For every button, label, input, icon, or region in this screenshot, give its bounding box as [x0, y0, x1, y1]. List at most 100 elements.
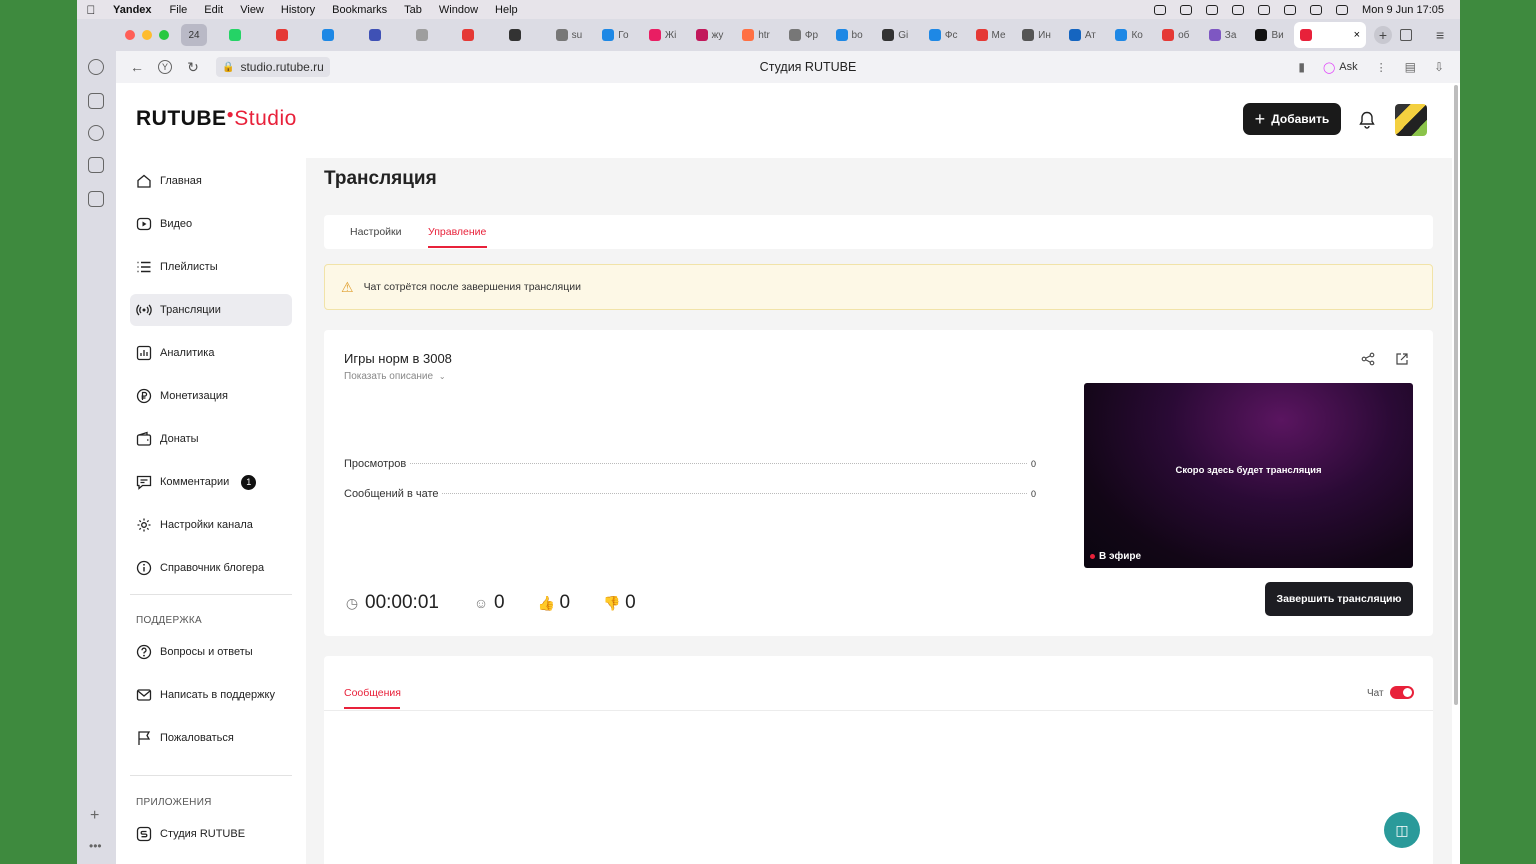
menu-edit[interactable]: Edit	[204, 4, 223, 16]
search-icon[interactable]	[1310, 4, 1323, 15]
tab-options-icon[interactable]	[1400, 29, 1412, 41]
menubar-app-name[interactable]: Yandex	[113, 4, 152, 16]
sidebar-item-video[interactable]: Видео	[130, 208, 292, 240]
status-icon[interactable]	[1154, 4, 1167, 15]
browser-tab[interactable]: htr	[738, 24, 781, 46]
menu-file[interactable]: File	[170, 4, 188, 16]
browser-tab[interactable]: Ме	[972, 24, 1015, 46]
more-icon[interactable]: •••	[89, 839, 102, 853]
tab-settings[interactable]: Настройки	[350, 226, 402, 238]
browser-tab[interactable]	[272, 24, 315, 46]
browser-tab[interactable]: Фс	[925, 24, 968, 46]
rutube-studio-logo[interactable]: RUTUBE●Studio	[136, 107, 297, 131]
menu-tab[interactable]: Tab	[404, 4, 422, 16]
tab-count-button[interactable]: 24	[181, 24, 207, 46]
browser-tab[interactable]: Го	[598, 24, 641, 46]
external-link-icon[interactable]	[1395, 352, 1409, 366]
status-icon[interactable]	[1180, 4, 1193, 15]
sidebar-item-analytics[interactable]: Аналитика	[130, 337, 292, 369]
close-tab-icon[interactable]: ×	[1354, 29, 1360, 41]
keyboard-layout-icon[interactable]	[1232, 4, 1245, 15]
minimize-window-button[interactable]	[142, 30, 152, 40]
page-scrollbar[interactable]	[1452, 83, 1460, 864]
end-stream-button[interactable]: Завершить трансляцию	[1265, 582, 1413, 616]
battery-icon[interactable]	[1258, 4, 1271, 15]
close-window-button[interactable]	[125, 30, 135, 40]
browser-tab[interactable]: Gi	[878, 24, 921, 46]
browser-tab[interactable]: За	[1205, 24, 1248, 46]
browser-tab[interactable]: жу	[692, 24, 735, 46]
sidebar-item-donations[interactable]: Донаты	[130, 423, 292, 455]
browser-tab[interactable]: об	[1158, 24, 1201, 46]
url-field[interactable]: 🔒 studio.rutube.ru	[216, 57, 330, 77]
sidebar-item-report[interactable]: Пожаловаться	[130, 722, 292, 754]
bell-icon[interactable]	[1359, 111, 1375, 129]
collections-icon[interactable]	[88, 93, 104, 109]
browser-tab[interactable]	[505, 24, 548, 46]
avatar[interactable]	[1395, 104, 1427, 136]
sidebar-item-contact-support[interactable]: Написать в поддержку	[130, 679, 292, 711]
apps-heading: ПРИЛОЖЕНИЯ	[136, 797, 212, 808]
bookmark-icon[interactable]: ▮	[1298, 60, 1305, 74]
sidebar-item-label: Написать в поддержку	[160, 689, 275, 701]
sidebar-item-faq[interactable]: Вопросы и ответы	[130, 636, 292, 668]
bluetooth-icon[interactable]	[1206, 4, 1219, 15]
download-icon[interactable]: ⇩	[1434, 60, 1444, 74]
browser-tab[interactable]	[318, 24, 361, 46]
browser-tab[interactable]	[412, 24, 455, 46]
apple-icon[interactable]: 	[77, 3, 105, 17]
menubar-datetime[interactable]: Mon 9 Jun 17:05	[1362, 4, 1444, 16]
stream-preview[interactable]: Скоро здесь будет трансляция В эфире	[1084, 383, 1413, 568]
new-tab-button[interactable]: +	[1374, 26, 1392, 44]
share-icon[interactable]	[1361, 352, 1375, 366]
sidebar-item-home[interactable]: Главная	[130, 165, 292, 197]
sidebar-item-blogger-guide[interactable]: Справочник блогера	[130, 552, 292, 584]
browser-tab[interactable]: bo	[832, 24, 875, 46]
tab-messages[interactable]: Сообщения	[344, 687, 401, 699]
control-center-icon[interactable]	[1336, 4, 1349, 15]
show-description-toggle[interactable]: Показать описание ⌄	[344, 371, 446, 382]
sidebar-item-broadcasts[interactable]: Трансляции	[130, 294, 292, 326]
add-panel-icon[interactable]: +	[90, 807, 99, 825]
history-icon[interactable]	[88, 59, 104, 75]
help-chat-button[interactable]: ◫	[1384, 812, 1420, 848]
sidebar-item-channel-settings[interactable]: Настройки канала	[130, 509, 292, 541]
browser-tab[interactable]: Ат	[1065, 24, 1108, 46]
add-button[interactable]: + Добавить	[1243, 103, 1341, 135]
sidebar-item-studio-app[interactable]: Студия RUTUBE	[130, 818, 292, 850]
zoom-window-button[interactable]	[159, 30, 169, 40]
sidebar-item-monetization[interactable]: Монетизация	[130, 380, 292, 412]
reader-icon[interactable]: ▤	[1405, 60, 1416, 74]
wifi-icon[interactable]	[1284, 4, 1297, 15]
browser-tab[interactable]: Ви	[1251, 24, 1294, 46]
more-vertical-icon[interactable]: ⋮	[1376, 61, 1387, 74]
menu-window[interactable]: Window	[439, 4, 478, 16]
url-text[interactable]: studio.rutube.ru	[240, 60, 323, 74]
menu-icon[interactable]: ≡	[1436, 27, 1450, 43]
browser-tab[interactable]	[225, 24, 268, 46]
tab-control[interactable]: Управление	[428, 226, 486, 238]
ask-button[interactable]: ◯ Ask	[1323, 61, 1358, 74]
back-icon[interactable]: ←	[130, 60, 144, 74]
menu-history[interactable]: History	[281, 4, 315, 16]
scrollbar-thumb[interactable]	[1454, 85, 1458, 705]
browser-tab[interactable]: Фр	[785, 24, 828, 46]
video-player-icon[interactable]	[88, 125, 104, 141]
browser-tab[interactable]: Жі	[645, 24, 688, 46]
sidebar-item-comments[interactable]: Комментарии 1	[130, 466, 292, 498]
browser-tab[interactable]: Ко	[1111, 24, 1154, 46]
screenshot-icon[interactable]	[88, 191, 104, 207]
chat-toggle[interactable]	[1390, 686, 1414, 699]
reload-icon[interactable]: ↻	[186, 60, 200, 74]
news-24-icon[interactable]	[88, 157, 104, 173]
menu-view[interactable]: View	[240, 4, 264, 16]
yandex-icon[interactable]: Y	[158, 60, 172, 74]
browser-tab[interactable]	[365, 24, 408, 46]
sidebar-item-playlists[interactable]: Плейлисты	[130, 251, 292, 283]
active-tab[interactable]: ×	[1294, 22, 1366, 48]
menu-help[interactable]: Help	[495, 4, 518, 16]
browser-tab[interactable]: su	[552, 24, 595, 46]
menu-bookmarks[interactable]: Bookmarks	[332, 4, 387, 16]
browser-tab[interactable]: Ин	[1018, 24, 1061, 46]
browser-tab[interactable]	[458, 24, 501, 46]
